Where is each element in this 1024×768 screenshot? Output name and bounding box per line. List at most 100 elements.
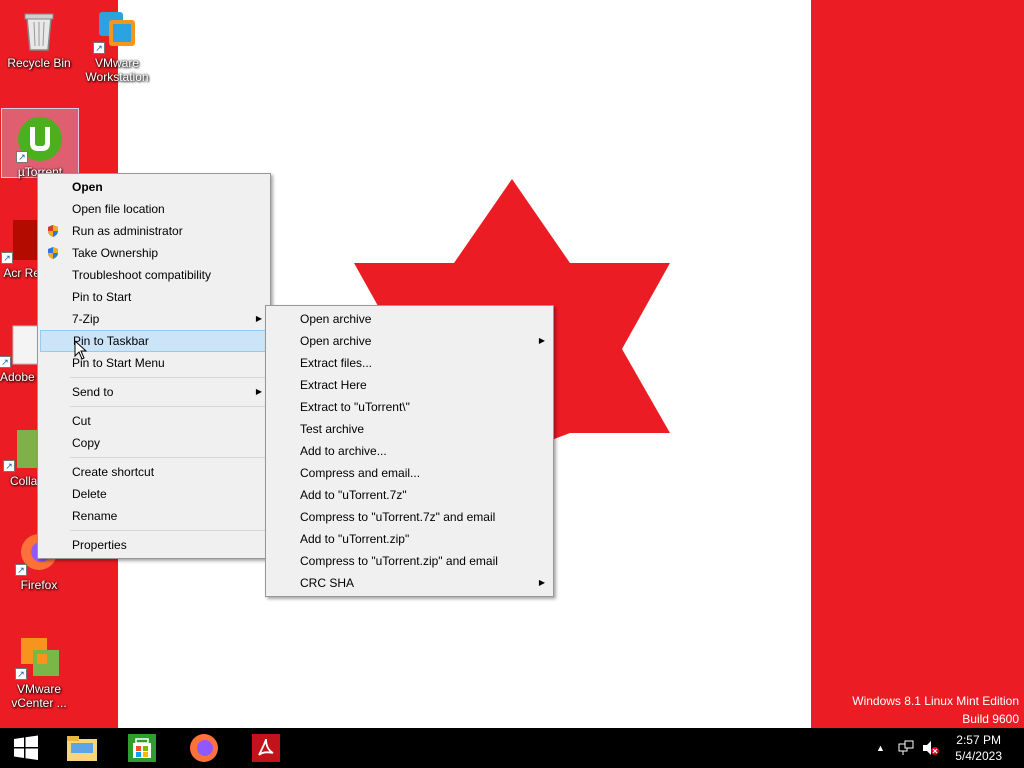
menu-item-rename[interactable]: Rename <box>40 505 268 527</box>
menu-item-label: Properties <box>72 538 127 552</box>
uac-shield-icon <box>48 225 58 237</box>
taskbar-store[interactable] <box>116 728 168 768</box>
vmware-workstation-icon: ↗ <box>93 6 141 54</box>
shortcut-arrow-icon: ↗ <box>0 356 11 368</box>
menu-item-label: Rename <box>72 509 118 523</box>
menu-item-label: Open file location <box>72 202 165 216</box>
submenu-arrow-icon: ▶ <box>255 314 262 323</box>
shortcut-arrow-icon: ↗ <box>15 564 27 576</box>
menu-item-label: Compress and email... <box>300 466 421 480</box>
shortcut-arrow-icon: ↗ <box>3 460 15 472</box>
submenu-item-open-archive-more[interactable]: Open archive ▶ <box>268 330 551 352</box>
store-icon <box>128 734 156 762</box>
start-button[interactable] <box>0 728 52 768</box>
submenu-item-extract-files[interactable]: Extract files... <box>268 352 551 374</box>
menu-item-label: Delete <box>72 487 107 501</box>
submenu-item-open-archive[interactable]: Open archive <box>268 308 551 330</box>
menu-item-label: Open archive <box>300 334 372 348</box>
submenu-item-extract-here[interactable]: Extract Here <box>268 374 551 396</box>
menu-item-label: Compress to "uTorrent.7z" and email <box>300 510 496 524</box>
menu-separator <box>70 457 266 458</box>
recycle-bin-icon <box>15 6 63 54</box>
menu-item-properties[interactable]: Properties <box>40 534 268 556</box>
menu-item-label: Copy <box>72 436 101 450</box>
watermark-edition: Windows 8.1 Linux Mint Edition <box>852 694 1019 708</box>
desktop-icon-utorrent[interactable]: ↗ µTorrent <box>1 108 79 179</box>
menu-item-copy[interactable]: Copy <box>40 432 268 454</box>
menu-item-label: Test archive <box>300 422 365 436</box>
clock-date: 5/4/2023 <box>955 749 1002 763</box>
submenu-arrow-icon: ▶ <box>255 387 262 396</box>
menu-item-label: 7-Zip <box>72 312 100 326</box>
shortcut-arrow-icon: ↗ <box>93 42 105 54</box>
file-explorer-icon <box>67 736 97 761</box>
submenu-item-extract-to-folder[interactable]: Extract to "uTorrent\" <box>268 396 551 418</box>
menu-item-7zip[interactable]: 7-Zip ▶ <box>40 308 268 330</box>
menu-item-label: Add to "uTorrent.7z" <box>300 488 407 502</box>
submenu-item-add-to-archive[interactable]: Add to archive... <box>268 440 551 462</box>
acrobat-icon <box>252 734 280 762</box>
submenu-7zip: Open archive Open archive ▶ Extract files… <box>265 305 554 597</box>
mouse-cursor-icon <box>74 340 88 360</box>
menu-item-label: Open archive <box>300 312 372 326</box>
menu-item-label: Add to "uTorrent.zip" <box>300 532 410 546</box>
menu-item-label: Add to archive... <box>300 444 387 458</box>
submenu-item-compress-7z-email[interactable]: Compress to "uTorrent.7z" and email <box>268 506 551 528</box>
desktop-icon-label: VMware vCenter ... <box>11 682 67 710</box>
menu-item-cut[interactable]: Cut <box>40 410 268 432</box>
taskbar-firefox[interactable] <box>178 728 230 768</box>
desktop-icon-vmware-workstation[interactable]: ↗ VMware Workstation <box>78 0 156 84</box>
context-menu: Open Open file location Run as administr… <box>37 173 271 559</box>
network-icon[interactable] <box>898 740 914 756</box>
shortcut-arrow-icon: ↗ <box>16 151 28 163</box>
wallpaper-red-band-right <box>811 0 1024 728</box>
vmware-vcenter-icon: ↗ <box>15 632 63 680</box>
menu-item-open[interactable]: Open <box>40 176 268 198</box>
taskbar-clock[interactable]: 2:57 PM 5/4/2023 <box>955 732 1002 764</box>
menu-item-run-as-administrator[interactable]: Run as administrator <box>40 220 268 242</box>
uac-shield-icon <box>48 247 58 259</box>
menu-item-pin-to-start[interactable]: Pin to Start <box>40 286 268 308</box>
desktop-icon-recycle-bin[interactable]: Recycle Bin <box>0 0 78 70</box>
menu-item-label: Extract files... <box>300 356 373 370</box>
menu-item-delete[interactable]: Delete <box>40 483 268 505</box>
desktop-icon-label: Firefox <box>20 578 58 592</box>
submenu-item-compress-and-email[interactable]: Compress and email... <box>268 462 551 484</box>
shortcut-arrow-icon: ↗ <box>15 668 27 680</box>
windows-watermark: Windows 8.1 Linux Mint Edition Build 960… <box>852 692 1019 728</box>
menu-item-label: Take Ownership <box>72 246 159 260</box>
menu-item-troubleshoot-compatibility[interactable]: Troubleshoot compatibility <box>40 264 268 286</box>
menu-item-label: Open <box>72 180 103 194</box>
menu-item-label: Run as administrator <box>72 224 183 238</box>
menu-item-take-ownership[interactable]: Take Ownership <box>40 242 268 264</box>
menu-item-create-shortcut[interactable]: Create shortcut <box>40 461 268 483</box>
submenu-item-add-to-7z[interactable]: Add to "uTorrent.7z" <box>268 484 551 506</box>
utorrent-icon: ↗ <box>16 115 64 163</box>
volume-muted-icon[interactable] <box>922 740 940 756</box>
menu-item-label: Cut <box>72 414 91 428</box>
menu-item-label: CRC SHA <box>300 576 355 590</box>
start-icon <box>14 735 38 760</box>
desktop-icon-vmware-vcenter[interactable]: ↗ VMware vCenter ... <box>0 626 78 710</box>
tray-overflow-chevron-icon[interactable]: ▲ <box>876 743 885 753</box>
menu-item-label: Create shortcut <box>72 465 155 479</box>
taskbar-file-explorer[interactable] <box>56 728 108 768</box>
desktop-icon-label: Recycle Bin <box>7 56 71 70</box>
submenu-item-add-to-zip[interactable]: Add to "uTorrent.zip" <box>268 528 551 550</box>
menu-item-label: Extract Here <box>300 378 367 392</box>
desktop-icon-label: VMware Workstation <box>85 56 149 84</box>
submenu-item-test-archive[interactable]: Test archive <box>268 418 551 440</box>
menu-item-open-file-location[interactable]: Open file location <box>40 198 268 220</box>
menu-item-label: Send to <box>72 385 114 399</box>
submenu-item-crc-sha[interactable]: CRC SHA ▶ <box>268 572 551 594</box>
menu-item-label: Troubleshoot compatibility <box>72 268 211 282</box>
menu-separator <box>70 377 266 378</box>
taskbar-acrobat[interactable] <box>240 728 292 768</box>
menu-item-send-to[interactable]: Send to ▶ <box>40 381 268 403</box>
shortcut-arrow-icon: ↗ <box>1 252 13 264</box>
menu-item-label: Compress to "uTorrent.zip" and email <box>300 554 498 568</box>
watermark-build: Build 9600 <box>962 712 1019 726</box>
submenu-item-compress-zip-email[interactable]: Compress to "uTorrent.zip" and email <box>268 550 551 572</box>
firefox-icon <box>190 734 218 762</box>
submenu-arrow-icon: ▶ <box>538 578 545 587</box>
